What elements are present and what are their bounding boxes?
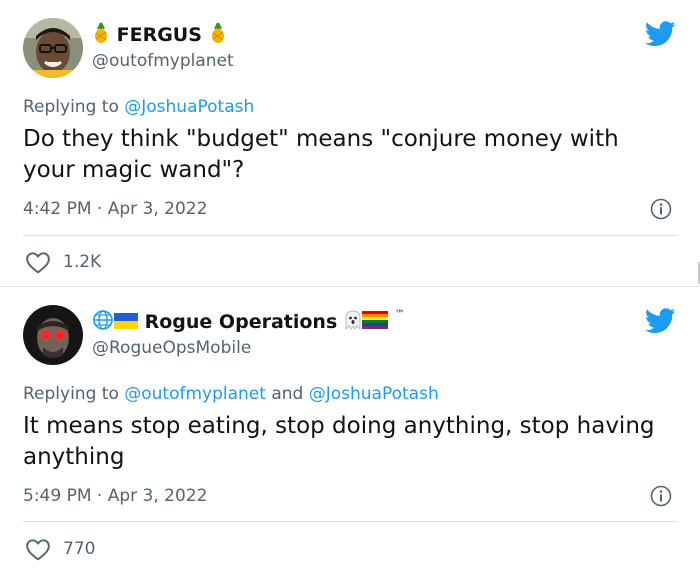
display-name: FERGUS [116, 24, 202, 46]
action-divider [23, 521, 677, 522]
trademark-mark: ™ [394, 309, 405, 320]
ukraine-flag-icon [114, 312, 138, 334]
action-divider [23, 235, 677, 236]
heart-outline-icon [26, 539, 50, 561]
replying-to-label: Replying to [23, 384, 125, 404]
replying-joiner: and [265, 384, 309, 404]
user-handle[interactable]: @RogueOpsMobile [92, 338, 251, 358]
like-button[interactable]: 770 [25, 537, 95, 561]
display-name-row[interactable]: FERGUS [92, 22, 227, 49]
pineapple-icon [209, 22, 227, 49]
like-count: 770 [63, 539, 96, 559]
replying-to-label: Replying to [23, 97, 125, 117]
info-icon[interactable] [650, 485, 672, 507]
twitter-bird-icon[interactable] [644, 21, 676, 47]
tweet-card[interactable]: FERGUS @outofmyplanet Replying to @Joshu… [0, 0, 700, 287]
display-name-row[interactable]: Rogue Operations ™ [92, 309, 405, 336]
twitter-bird-icon[interactable] [644, 308, 676, 334]
avatar[interactable] [23, 305, 83, 365]
avatar[interactable] [23, 18, 83, 78]
mention-link[interactable]: @JoshuaPotash [309, 384, 439, 404]
mention-link[interactable]: @outofmyplanet [124, 384, 266, 404]
replying-to-line: Replying to @JoshuaPotash [23, 97, 254, 117]
info-icon[interactable] [650, 198, 672, 220]
tweet-text: Do they think "budget" means "conjure mo… [23, 126, 619, 183]
display-name: Rogue Operations [144, 311, 338, 333]
replying-to-line: Replying to @outofmyplanet and @JoshuaPo… [23, 384, 439, 404]
pineapple-icon [92, 22, 110, 49]
globe-icon [92, 309, 114, 336]
like-count: 1.2K [63, 252, 102, 272]
mention-link[interactable]: @JoshuaPotash [124, 97, 254, 117]
tweet-text: It means stop eating, stop doing anythin… [23, 413, 655, 470]
like-button[interactable]: 1.2K [25, 250, 101, 274]
tweet-card[interactable]: Rogue Operations ™ @RogueOpsMobile Reply… [0, 287, 700, 575]
user-handle[interactable]: @outofmyplanet [92, 51, 234, 71]
tweet-timestamp[interactable]: 5:49 PM · Apr 3, 2022 [23, 486, 207, 506]
heart-outline-icon [26, 252, 50, 274]
tweet-timestamp[interactable]: 4:42 PM · Apr 3, 2022 [23, 199, 207, 219]
rainbow-flag-icon [361, 311, 388, 334]
ghost-icon [344, 309, 362, 336]
